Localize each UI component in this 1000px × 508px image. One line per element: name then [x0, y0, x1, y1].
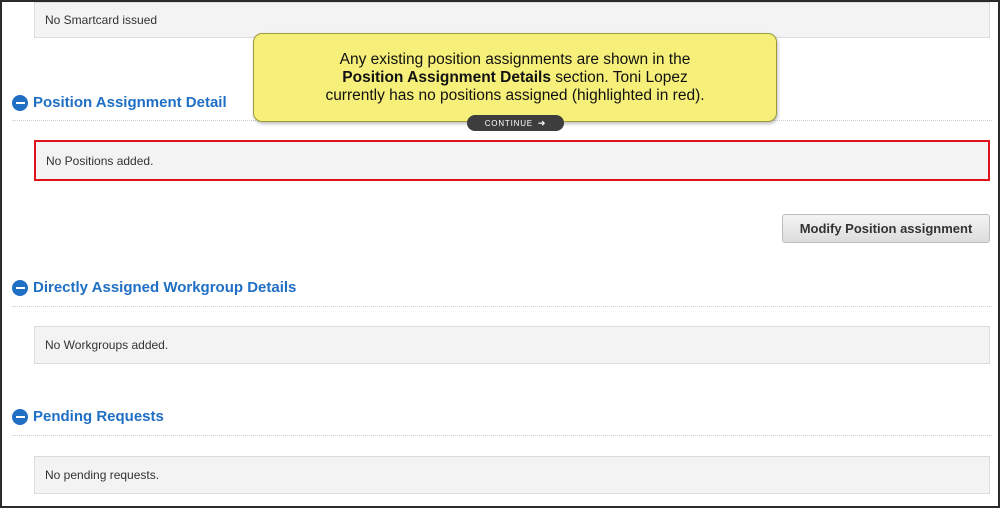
modify-position-assignment-button[interactable]: Modify Position assignment	[782, 214, 990, 243]
smartcard-status-text: No Smartcard issued	[45, 13, 158, 27]
callout-line-2-rest: section. Toni Lopez	[550, 69, 688, 86]
section-divider	[12, 306, 992, 307]
callout-line-2: Position Assignment Details section. Ton…	[254, 69, 776, 87]
position-section-title: Position Assignment Detail	[33, 94, 227, 111]
positions-empty-text: No Positions added.	[46, 153, 154, 168]
pending-section-header[interactable]: Pending Requests	[12, 408, 164, 425]
workgroup-section-title: Directly Assigned Workgroup Details	[33, 279, 297, 296]
section-divider	[12, 435, 992, 436]
workgroup-section-header[interactable]: Directly Assigned Workgroup Details	[12, 279, 296, 296]
tutorial-callout: Any existing position assignments are sh…	[253, 33, 777, 122]
collapse-icon[interactable]	[12, 94, 28, 111]
collapse-icon[interactable]	[12, 279, 28, 296]
app-frame: No Smartcard issued Position Assignment …	[0, 0, 1000, 508]
collapse-icon[interactable]	[12, 408, 28, 425]
workgroups-box: No Workgroups added.	[34, 326, 990, 364]
position-section-header[interactable]: Position Assignment Detail	[12, 94, 227, 111]
callout-line-3: currently has no positions assigned (hig…	[325, 87, 705, 104]
continue-button[interactable]: CONTINUE ➜	[467, 115, 564, 131]
arrow-right-icon: ➜	[537, 117, 547, 128]
pending-box: No pending requests.	[34, 456, 990, 494]
positions-box: No Positions added.	[34, 140, 990, 181]
pending-empty-text: No pending requests.	[45, 468, 160, 482]
continue-label: CONTINUE	[484, 118, 533, 128]
workgroups-empty-text: No Workgroups added.	[45, 338, 169, 352]
pending-section-title: Pending Requests	[33, 408, 164, 425]
callout-line-1: Any existing position assignments are sh…	[339, 51, 691, 68]
callout-bold-text: Position Assignment Details	[342, 69, 551, 86]
